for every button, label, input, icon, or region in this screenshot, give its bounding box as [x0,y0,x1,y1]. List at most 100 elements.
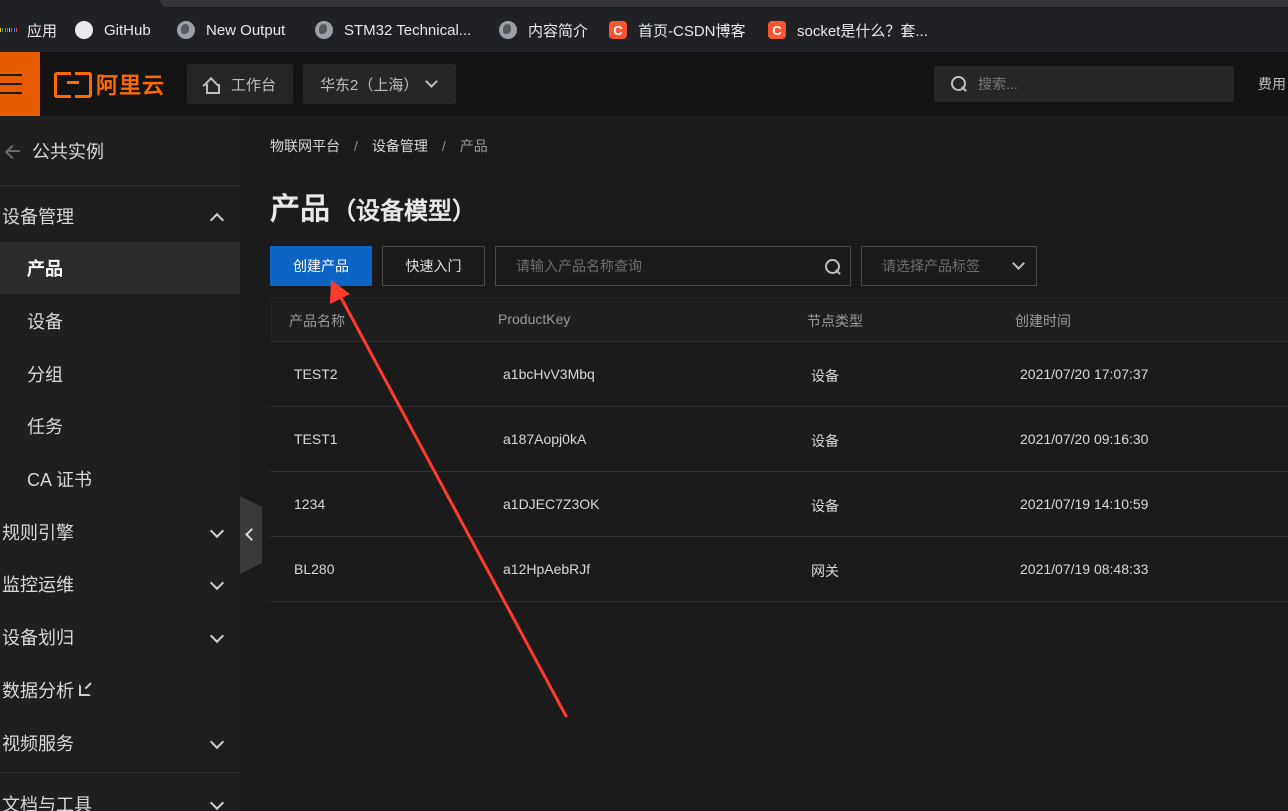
product-name-cell[interactable]: TEST2 [294,366,338,382]
sidebar-item-video-service[interactable]: 视频服务 [0,717,240,769]
table-row[interactable]: BL280 a12HpAebRJf 网关 2021/07/19 08:48:33 [270,537,1288,602]
sidebar-item-label: 产品 [27,259,63,279]
chevron-down-icon [209,523,225,539]
product-search[interactable] [495,246,851,286]
sidebar-item-data-analysis[interactable]: 数据分析 [0,664,240,716]
product-name-cell[interactable]: BL280 [294,561,334,577]
workbench-button[interactable]: 工作台 [187,64,293,104]
aliyun-logo-text: 阿里云 [96,73,166,98]
bookmark-label: 内容简介 [528,22,589,40]
product-name-search-input[interactable] [516,258,816,274]
sidebar-item-groups[interactable]: 分组 [0,348,240,400]
sidebar-item-label: 文档与工具 [2,795,92,811]
chevron-left-icon [245,528,258,541]
table-row[interactable]: TEST2 a1bcHvV3Mbq 设备 2021/07/20 17:07:37 [270,342,1288,407]
sidebar-item-products[interactable]: 产品 [0,242,240,294]
search-icon[interactable] [824,258,842,276]
node-type-cell: 设备 [811,498,839,514]
global-search[interactable] [934,66,1234,102]
column-header-product-key: ProductKey [498,311,571,327]
product-tag-placeholder: 请选择产品标签 [882,258,980,274]
breadcrumb-iot-platform[interactable]: 物联网平台 [270,136,340,156]
product-name-cell[interactable]: 1234 [294,496,325,512]
sidebar-item-label: CA 证书 [27,470,93,490]
breadcrumb-products: 产品 [459,138,488,154]
region-selector[interactable]: 华东2（上海） [303,64,456,104]
breadcrumb: 物联网平台 / 设备管理 / 产品 [270,136,488,156]
chevron-down-icon [209,795,225,811]
chevron-down-icon [1012,257,1025,270]
aliyun-logo[interactable]: 阿里云 [54,70,165,98]
menu-bar [0,74,22,76]
external-link-icon [79,684,91,696]
sidebar-item-label: 设备划归 [2,628,74,648]
bookmark-csdn-home[interactable]: C 首页-CSDN博客 [609,18,746,42]
breadcrumb-device-management[interactable]: 设备管理 [372,136,428,156]
fee-menu[interactable]: 费用 [1258,74,1286,94]
column-header-product-name: 产品名称 [289,313,345,329]
csdn-icon: C [768,21,786,39]
quick-start-button[interactable]: 快速入门 [382,246,485,286]
create-product-button[interactable]: 创建产品 [270,246,372,286]
sidebar-item-monitoring[interactable]: 监控运维 [0,558,240,610]
region-label: 华东2（上海） [320,76,419,94]
sidebar-collapse-button[interactable] [240,496,262,574]
bookmark-label: STM32 Technical... [344,21,472,39]
top-nav: 阿里云 工作台 华东2（上海） 费用 [0,52,1288,116]
page-title-main: 产品 [270,193,330,226]
sidebar-item-label: 任务 [27,417,63,437]
sidebar-item-label: 分组 [27,365,63,385]
bookmark-label: 应用 [27,22,58,40]
product-name-cell[interactable]: TEST1 [294,431,338,447]
sidebar: 公共实例 设备管理 产品 设备 分组 任务 CA 证书 规则引擎 监控运维 设备… [0,116,240,811]
bookmark-label: GitHub [104,21,151,39]
sidebar-item-label: 规则引擎 [2,523,74,543]
chevron-down-icon [425,75,438,88]
bookmark-intro[interactable]: 内容简介 [499,18,588,42]
sidebar-item-devices[interactable]: 设备 [0,295,240,347]
sidebar-item-docs-tools[interactable]: 文档与工具 [0,778,240,811]
globe-icon [177,21,195,39]
created-time-cell: 2021/07/19 08:48:33 [1020,561,1149,577]
sidebar-back-link[interactable]: 公共实例 [0,116,240,186]
chevron-up-icon [209,212,225,228]
product-tag-select[interactable]: 请选择产品标签 [861,246,1037,286]
created-time-cell: 2021/07/20 17:07:37 [1020,366,1149,382]
globe-icon [315,21,333,39]
product-key-cell: a1DJEC7Z3OK [503,496,600,512]
home-icon [203,77,220,94]
sidebar-item-device-management[interactable]: 设备管理 [0,190,240,242]
bookmark-apps[interactable]: 应用 [0,18,57,42]
bookmark-stm32[interactable]: STM32 Technical... [315,18,471,42]
table-row[interactable]: TEST1 a187Aopj0kA 设备 2021/07/20 09:16:30 [270,407,1288,472]
bookmark-github[interactable]: GitHub [75,18,151,42]
sidebar-item-device-assignment[interactable]: 设备划归 [0,611,240,663]
bookmark-new-output[interactable]: New Output [177,18,285,42]
product-key-cell: a12HpAebRJf [503,561,591,577]
product-table: 产品名称 ProductKey 节点类型 创建时间 TEST2 a1bcHvV3… [270,297,1288,602]
column-header-created-time: 创建时间 [1015,313,1071,329]
sidebar-item-jobs[interactable]: 任务 [0,400,240,452]
search-icon [950,75,968,93]
menu-bar [0,83,22,85]
bookmarks-bar: 应用 GitHub New Output STM32 Technical... … [0,0,1288,52]
chevron-down-icon [209,575,225,591]
sidebar-item-ca-certificate[interactable]: CA 证书 [0,453,240,505]
product-key-cell: a1bcHvV3Mbq [503,366,595,382]
sidebar-divider [0,772,240,773]
arrow-left-icon [6,144,20,158]
created-time-cell: 2021/07/19 14:10:59 [1020,496,1149,512]
table-row[interactable]: 1234 a1DJEC7Z3OK 设备 2021/07/19 14:10:59 [270,472,1288,537]
bookmark-socket[interactable]: C socket是什么？套... [768,18,928,42]
hamburger-menu-button[interactable] [0,52,40,116]
chevron-down-icon [209,734,225,750]
apps-icon [0,21,16,39]
bookmark-label: 首页-CSDN博客 [638,22,746,40]
menu-bar [0,92,22,94]
created-time-cell: 2021/07/20 09:16:30 [1020,431,1149,447]
global-search-input[interactable] [978,76,1218,92]
console-page: 应用 GitHub New Output STM32 Technical... … [0,0,1288,811]
sidebar-item-rules-engine[interactable]: 规则引擎 [0,506,240,558]
node-type-cell: 设备 [811,368,839,384]
aliyun-logo-mark [54,72,92,98]
